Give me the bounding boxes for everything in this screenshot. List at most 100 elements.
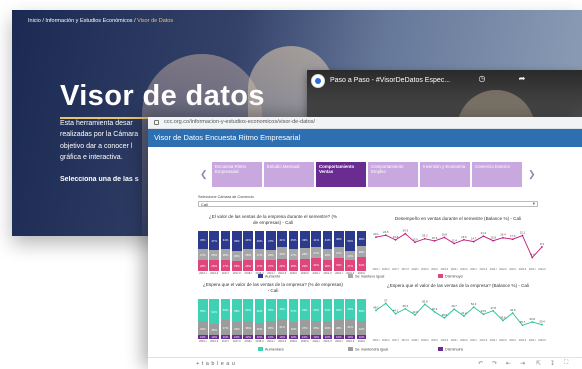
tab-comportamiento-ventas[interactable]: Comportamiento Ventas xyxy=(316,162,366,187)
bar-stack[interactable]: 44% 28% 28% 2018-I xyxy=(243,231,254,275)
bar-segment[interactable]: 38% xyxy=(356,231,367,247)
bar-segment[interactable]: 47% xyxy=(209,231,220,250)
bar-segment[interactable]: 10% xyxy=(220,335,231,339)
bar-segment[interactable]: 62% xyxy=(209,299,220,324)
bar-segment[interactable]: 28% xyxy=(209,323,220,335)
bar-segment[interactable]: 35% xyxy=(311,321,322,335)
bar-stack[interactable]: 53% 37% 10% 2017-I xyxy=(220,299,231,343)
bar-segment[interactable]: 60% xyxy=(254,299,265,323)
data-point[interactable] xyxy=(414,241,416,244)
bar-segment[interactable]: 45% xyxy=(288,231,299,249)
bar-segment[interactable]: 37% xyxy=(220,320,231,335)
bar-segment[interactable]: 44% xyxy=(322,231,333,249)
bar-stack[interactable]: 43% 28% 29% 2020-II xyxy=(300,231,310,275)
data-point[interactable] xyxy=(453,242,456,245)
data-point[interactable] xyxy=(541,323,543,326)
bar-segment[interactable]: 57% xyxy=(288,299,299,322)
bar-segment[interactable]: 30% xyxy=(254,323,265,335)
bar-stack[interactable]: 41% 30% 29% 2019-II xyxy=(277,231,288,275)
bar-segment[interactable]: 28% xyxy=(209,259,220,271)
bar-segment[interactable]: 55% xyxy=(266,299,276,321)
bar-stack[interactable]: 57% 33% 10% 2020-I xyxy=(288,299,299,343)
download-icon[interactable]: ↧ xyxy=(550,360,555,367)
bar-segment[interactable]: 27% xyxy=(266,260,276,271)
bar-segment[interactable]: 49% xyxy=(277,299,288,319)
tab-encuesta-ritmo[interactable]: Encuesta Ritmo Empresarial xyxy=(212,162,262,187)
tab-estudio-mensual[interactable]: Estudio Mensual xyxy=(264,162,314,187)
data-point[interactable] xyxy=(404,307,407,310)
bar-segment[interactable]: 41% xyxy=(311,231,322,248)
bar-stack[interactable]: 58% 32% 10% 2017-II xyxy=(232,299,242,343)
bar-stack[interactable]: 47% 25% 28% 2016-II xyxy=(209,231,220,275)
data-point[interactable] xyxy=(511,312,514,314)
bar-segment[interactable]: 29% xyxy=(277,259,288,271)
bar-segment[interactable]: 10% xyxy=(243,335,254,339)
data-point[interactable] xyxy=(511,238,514,241)
data-point[interactable] xyxy=(531,256,534,259)
tableau-logo[interactable]: + t a b l e a u xyxy=(196,361,235,367)
bar-segment[interactable]: 10% xyxy=(322,335,333,339)
tab-comercio-exterior[interactable]: Comercio Exterior xyxy=(472,162,522,187)
bar-segment[interactable]: 44% xyxy=(220,231,231,249)
address-bar[interactable]: ccc.org.co/informacion-y-estudios-econom… xyxy=(148,117,582,129)
bar-segment[interactable]: 28% xyxy=(288,259,299,271)
data-point[interactable] xyxy=(394,312,397,315)
data-point[interactable] xyxy=(502,236,504,239)
bar-segment[interactable]: 32% xyxy=(232,322,242,335)
bar-stack[interactable]: 54% 36% 10% 2021-II xyxy=(322,299,333,343)
bar-segment[interactable]: 36% xyxy=(322,320,333,335)
bar-segment[interactable]: 10% xyxy=(288,335,299,339)
undo-icon[interactable]: ↶ xyxy=(478,360,483,367)
bar-segment[interactable]: 10% xyxy=(300,335,310,339)
bar-stack[interactable]: 47% 26% 27% 2019-I xyxy=(266,231,276,275)
data-point[interactable] xyxy=(375,236,377,239)
bar-segment[interactable]: 10% xyxy=(266,335,276,339)
bar-stack[interactable]: 44% 28% 28% 2021-II xyxy=(322,231,333,275)
bar-segment[interactable]: 28% xyxy=(300,248,310,260)
bar-segment[interactable]: 34% xyxy=(356,321,367,335)
bar-segment[interactable]: 27% xyxy=(220,260,231,271)
bar-stack[interactable]: 55% 35% 10% 2019-I xyxy=(266,299,276,343)
bar-segment[interactable]: 49% xyxy=(345,299,356,319)
bar-stack[interactable]: 56% 34% 10% 2016-I xyxy=(198,299,208,343)
data-point[interactable] xyxy=(384,234,387,237)
bar-stack[interactable]: 49% 41% 10% 2019-II xyxy=(277,299,288,343)
bar-segment[interactable]: 27% xyxy=(198,249,208,260)
bar-segment[interactable]: 10% xyxy=(277,335,288,339)
bar-segment[interactable]: 28% xyxy=(356,246,367,258)
bar-segment[interactable]: 37% xyxy=(300,320,310,335)
bar-segment[interactable]: 49% xyxy=(232,231,242,251)
tabs-prev-arrow-icon[interactable]: ❮ xyxy=(200,169,208,180)
bar-segment[interactable]: 27% xyxy=(345,260,356,271)
bar-stack[interactable]: 54% 36% 10% 2018-I xyxy=(243,299,254,343)
bar-segment[interactable]: 53% xyxy=(220,299,231,321)
data-point[interactable] xyxy=(531,321,534,323)
data-point[interactable] xyxy=(443,316,446,319)
share-icon[interactable]: ➦ xyxy=(517,74,527,84)
bar-segment[interactable]: 10% xyxy=(198,335,208,339)
bar-stack[interactable]: 49% 41% 10% 2022-II xyxy=(345,299,356,343)
bar-segment[interactable]: 29% xyxy=(220,248,231,261)
bar-stack[interactable]: 62% 28% 10% 2016-II xyxy=(209,299,220,343)
clock-icon[interactable]: ◷ xyxy=(477,74,487,84)
bar-segment[interactable]: 58% xyxy=(232,299,242,323)
breadcrumb-path[interactable]: Inicio / Información y Estudios Económic… xyxy=(28,18,137,24)
bar-segment[interactable]: 55% xyxy=(311,299,322,321)
back-icon[interactable]: ⇤ xyxy=(506,360,511,367)
bar-segment[interactable]: 23% xyxy=(345,251,356,261)
data-point[interactable] xyxy=(492,239,495,242)
bar-segment[interactable]: 50% xyxy=(345,231,356,251)
bar-stack[interactable]: 44% 29% 27% 2017-I xyxy=(220,231,231,275)
bar-stack[interactable]: 45% 27% 28% 2020-I xyxy=(288,231,299,275)
bar-stack[interactable]: 55% 35% 10% 2021-I xyxy=(311,299,322,343)
bar-segment[interactable]: 10% xyxy=(311,335,322,339)
bar-segment[interactable]: 28% xyxy=(243,248,254,260)
bar-stack[interactable]: 56% 34% 10% 2023-I xyxy=(356,299,367,343)
data-point[interactable] xyxy=(394,238,397,241)
data-point[interactable] xyxy=(423,237,426,240)
bar-stack[interactable]: 50%23%27%2022-II xyxy=(345,231,356,275)
data-point[interactable] xyxy=(462,315,465,317)
data-point[interactable] xyxy=(404,232,407,235)
bar-segment[interactable]: 36% xyxy=(243,320,254,335)
bar-segment[interactable]: 28% xyxy=(322,248,333,260)
